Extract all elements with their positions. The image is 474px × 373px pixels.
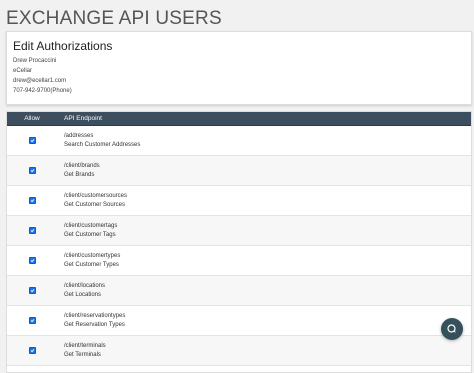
endpoint-cell: /addresses Search Customer Addresses — [57, 133, 140, 148]
endpoint-description: Get Customer Sources — [64, 202, 126, 208]
endpoint-path: /client/customersources — [64, 193, 128, 199]
endpoint-path: /client/customertypes — [64, 253, 121, 259]
user-phone: 707-942-9700(Phone) — [13, 88, 72, 94]
endpoint-description: Get Customer Types — [64, 262, 119, 268]
endpoint-cell: /client/brands Get Brands — [57, 163, 100, 178]
table-row: /client/customertypes Get Customer Types — [7, 246, 471, 276]
endpoint-description: Get Terminals — [64, 352, 101, 358]
endpoint-cell: /client/customertags Get Customer Tags — [57, 223, 117, 238]
table-row: /client/reservationtypes Get Reservation … — [7, 306, 471, 336]
chat-bubble-icon — [447, 324, 456, 333]
checkmark-icon — [30, 259, 34, 263]
allow-checkbox[interactable] — [28, 257, 36, 264]
edit-authorizations-card: Edit Authorizations Drew Procaccini eCel… — [6, 31, 472, 105]
user-company: eCellar — [13, 68, 33, 74]
table-body: /addresses Search Customer Addresses/clie… — [7, 126, 471, 366]
endpoint-path: /client/terminals — [64, 343, 106, 349]
allow-cell — [7, 257, 57, 264]
table-row: /client/terminals Get Terminals — [7, 336, 471, 366]
endpoint-description: Get Customer Tags — [64, 232, 116, 238]
endpoint-path: /client/reservationtypes — [64, 313, 126, 319]
allow-checkbox[interactable] — [28, 137, 36, 144]
allow-checkbox[interactable] — [28, 317, 36, 324]
checkmark-icon — [30, 199, 34, 203]
endpoint-path: /client/locations — [64, 283, 106, 289]
table-row: /client/locations Get Locations — [7, 276, 471, 306]
endpoint-path: /client/brands — [64, 163, 100, 169]
header-allow: Allow — [24, 115, 40, 122]
allow-checkbox[interactable] — [28, 197, 36, 204]
header-endpoint: API Endpoint — [64, 115, 102, 122]
endpoint-description: Get Locations — [64, 292, 102, 298]
authorizations-table: Allow API Endpoint /addresses Search Cust… — [6, 111, 472, 373]
endpoint-cell: /client/customertypes Get Customer Types — [57, 253, 120, 268]
endpoint-cell: /client/locations Get Locations — [57, 283, 105, 298]
user-email: drew@ecellar1.com — [13, 78, 67, 84]
checkmark-icon — [30, 139, 34, 143]
checkmark-icon — [30, 169, 34, 173]
endpoint-cell: /client/customersources Get Customer Sour… — [57, 193, 127, 208]
endpoint-path: /addresses — [64, 133, 94, 139]
chat-button[interactable] — [441, 318, 463, 340]
allow-cell — [7, 287, 57, 294]
checkmark-icon — [30, 289, 34, 293]
allow-checkbox[interactable] — [28, 227, 36, 234]
allow-cell — [7, 167, 57, 174]
endpoint-path: /client/customertags — [64, 223, 118, 229]
user-name: Drew Procaccini — [13, 58, 57, 64]
endpoint-description: Search Customer Addresses — [64, 142, 141, 148]
table-row: /client/brands Get Brands — [7, 156, 471, 186]
page-title: EXCHANGE API USERS — [6, 8, 222, 29]
table-header: Allow API Endpoint — [7, 112, 471, 126]
table-row: /client/customersources Get Customer Sour… — [7, 186, 471, 216]
allow-cell — [7, 317, 57, 324]
table-row: /addresses Search Customer Addresses — [7, 126, 471, 156]
card-title: Edit Authorizations — [13, 39, 113, 53]
checkmark-icon — [30, 229, 34, 233]
allow-checkbox[interactable] — [28, 287, 36, 294]
allow-cell — [7, 197, 57, 204]
endpoint-cell: /client/reservationtypes Get Reservation … — [57, 313, 125, 328]
endpoint-description: Get Brands — [64, 172, 95, 178]
endpoint-description: Get Reservation Types — [64, 322, 125, 328]
allow-cell — [7, 227, 57, 234]
allow-checkbox[interactable] — [28, 167, 36, 174]
checkmark-icon — [30, 319, 34, 323]
table-row: /client/customertags Get Customer Tags — [7, 216, 471, 246]
allow-cell — [7, 137, 57, 144]
